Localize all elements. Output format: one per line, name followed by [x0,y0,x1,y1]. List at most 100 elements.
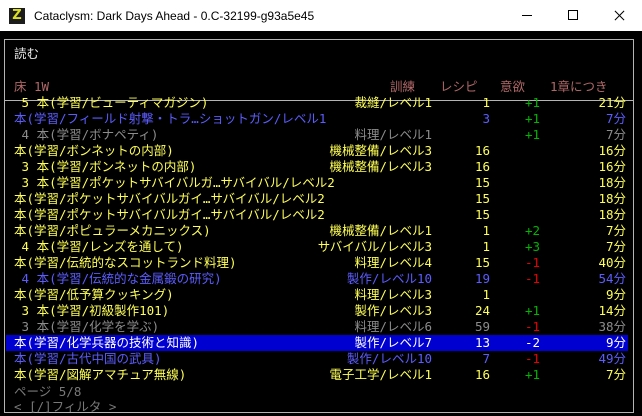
book-skill: 機械整備/レベル3 [329,159,432,174]
book-row[interactable]: 4 本(学習/ボナペティ) 料理/レベル1 +1 7分 [6,127,628,143]
book-row[interactable]: 3 本(学習/化学を学ぶ) 料理/レベル6 59 -1 38分 [6,319,628,335]
menu-title: 読む [14,46,40,61]
book-row[interactable]: 4 本(学習/レンズを通して) サバイバル/レベル3 1 +3 7分 [6,239,628,255]
book-recipes: 59 [474,319,490,334]
book-recipes: 15 [474,207,490,222]
book-recipes [438,127,490,143]
book-time: 7分 [605,127,626,142]
book-recipes: 7 [482,351,490,366]
book-name: 本(学習/ポピュラーメカニックス) [14,223,211,238]
book-time: 7分 [605,111,626,126]
book-name: 本(学習/低予算クッキング) [14,287,174,302]
book-recipes: 16 [474,159,490,174]
book-skill: 電子工学/レベル1 [329,367,432,382]
book-name: 本(学習/古代中国の武具) [14,351,162,366]
book-skill: 製作/レベル7 [354,335,432,350]
book-row[interactable]: 本(学習/低予算クッキング) 料理/レベル3 1 9分 [6,287,628,303]
book-row[interactable]: 本(学習/古代中国の武具) 製作/レベル10 7 -1 49分 [6,351,628,367]
book-row[interactable]: 本(学習/図解アマチュア無線) 電子工学/レベル1 16 +1 7分 [6,367,628,383]
window-titlebar: Z Cataclysm: Dark Days Ahead - 0.C-32199… [0,0,642,31]
book-skill [256,191,432,207]
book-recipes: 15 [474,255,490,270]
book-skill: 裁縫/レベル1 [354,95,432,110]
book-name: 3 本(学習/初級製作101) [14,303,170,318]
book-fun: -1 [524,351,540,366]
book-fun [500,175,540,191]
book-name: 4 本(学習/ボナペティ) [14,127,159,142]
book-recipes: 13 [474,335,490,350]
app-zombie-icon: Z [9,8,25,24]
book-time: 18分 [598,207,626,222]
book-row[interactable]: 本(学習/フィールド射撃・トラ…ショットガン/レベル1 3 +1 7分 [6,111,628,127]
recipe-header: レシピ [440,79,478,94]
book-skill: 料理/レベル3 [354,287,432,302]
book-row[interactable]: 本(学習/ポケットサバイバルガイ…サバイバル/レベル2 15 18分 [6,207,628,223]
book-row[interactable]: 4 本(学習/伝統的な金属鍛の研究) 製作/レベル10 19 -1 54分 [6,271,628,287]
close-button[interactable] [596,0,642,31]
book-fun [500,207,540,223]
book-name: 4 本(学習/伝統的な金属鍛の研究) [14,271,222,286]
book-fun: +1 [524,367,540,382]
book-fun: -1 [524,319,540,334]
book-row[interactable]: 本(学習/伝統的なスコットランド料理) 料理/レベル4 15 -1 40分 [6,255,628,271]
book-recipes: 1 [482,95,490,110]
fun-header: 意欲 [500,79,526,94]
book-name: 本(学習/伝統的なスコットランド料理) [14,255,237,270]
floor-header: 床 1W [14,79,50,94]
book-fun: -2 [524,335,540,350]
book-skill [256,175,432,191]
book-recipes: 15 [474,175,490,190]
book-time: 7分 [605,367,626,382]
book-fun: +1 [524,127,540,142]
book-recipes: 15 [474,191,490,206]
book-name: 本(学習/ボンネットの内部) [14,143,174,158]
book-skill: 機械整備/レベル3 [329,143,432,158]
book-row[interactable]: 本(学習/ポケットサバイバルガイ…サバイバル/レベル2 15 18分 [6,191,628,207]
time-header: 1章につき [550,79,608,94]
maximize-button[interactable] [550,0,596,31]
book-name: 本(学習/化学兵器の技術と知識) [14,335,200,350]
book-row[interactable]: 本(学習/化学兵器の技術と知識) 製作/レベル7 13 -2 9分 [6,335,628,351]
book-recipes: 1 [482,287,490,302]
book-skill: サバイバル/レベル3 [317,239,432,254]
book-row[interactable]: 本(学習/ボンネットの内部) 機械整備/レベル3 16 16分 [6,143,628,159]
book-row[interactable]: 3 本(学習/ポケットサバイバルガ…サバイバル/レベル2 15 18分 [6,175,628,191]
book-name: 4 本(学習/レンズを通して) [14,239,184,254]
book-time: 18分 [598,191,626,206]
filter-button[interactable]: < [/]フィルタ > [14,399,116,415]
book-name: 本(学習/図解アマチュア無線) [14,367,187,382]
book-time: 54分 [598,271,626,286]
book-fun [500,159,540,175]
book-row[interactable]: 3 本(学習/初級製作101) 製作/レベル3 24 +1 14分 [6,303,628,319]
book-time: 40分 [598,255,626,270]
book-row[interactable]: 3 本(学習/ボンネットの内部) 機械整備/レベル3 16 16分 [6,159,628,175]
book-skill: 料理/レベル6 [354,319,432,334]
book-skill: 機械整備/レベル1 [329,223,432,238]
book-time: 18分 [598,175,626,190]
book-row[interactable]: 5 本(学習/ビューティマガジン) 裁縫/レベル1 1 +1 21分 [6,95,628,111]
book-time: 9分 [605,287,626,302]
book-skill: 料理/レベル1 [354,127,432,142]
game-terminal: 読む 床 1W 訓練 レシピ 意欲 1章につき 5 本(学習/ビューティマガジン… [0,31,642,416]
book-time: 14分 [598,303,626,318]
window-title: Cataclysm: Dark Days Ahead - 0.C-32199-g… [34,9,315,23]
book-recipes: 1 [482,239,490,254]
book-time: 49分 [598,351,626,366]
book-recipes: 19 [474,271,490,286]
minimize-button[interactable] [504,0,550,31]
book-fun: +2 [524,223,540,238]
page-indicator: ページ 5/8 [14,384,82,399]
book-fun: +3 [524,239,540,254]
book-skill: 製作/レベル3 [354,303,432,318]
book-time: 16分 [598,159,626,174]
book-skill [256,207,432,223]
train-header: 訓練 [390,79,416,94]
book-fun: +1 [524,95,540,110]
book-skill: 料理/レベル4 [354,255,432,270]
book-recipes: 24 [474,303,490,318]
book-row[interactable]: 本(学習/ポピュラーメカニックス) 機械整備/レベル1 1 +2 7分 [6,223,628,239]
book-fun [500,287,540,303]
book-skill: 製作/レベル10 [346,351,432,366]
book-recipes: 16 [474,367,490,382]
book-time: 38分 [598,319,626,334]
